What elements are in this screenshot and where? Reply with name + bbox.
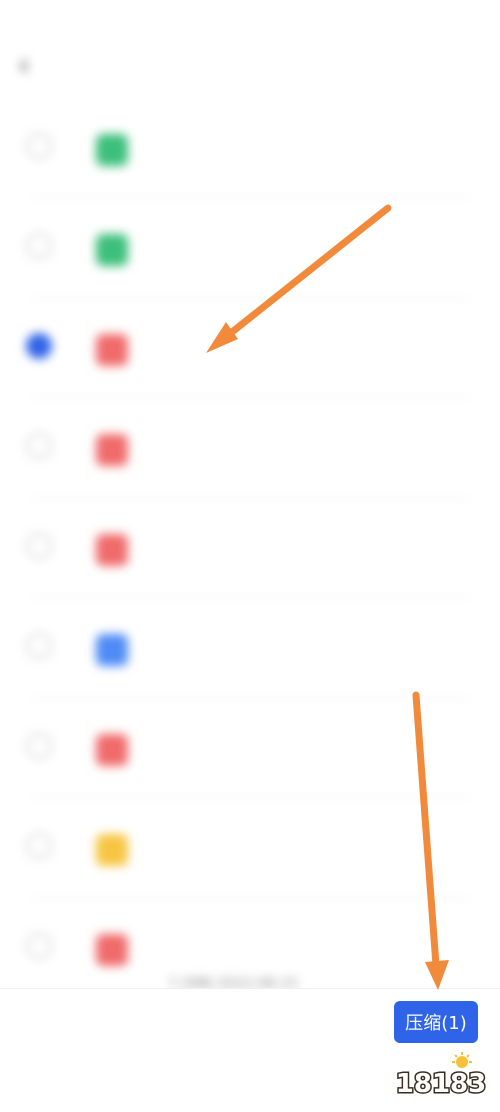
header: ‹ bbox=[0, 36, 500, 98]
file-icon bbox=[96, 734, 128, 766]
radio-button[interactable] bbox=[26, 733, 52, 759]
file-icon bbox=[96, 934, 128, 966]
blurred-content: ‹ 7.2MB 2022-08-15 bbox=[0, 0, 500, 992]
file-icon bbox=[96, 534, 128, 566]
chevron-left-icon[interactable]: ‹ bbox=[18, 48, 30, 83]
file-row[interactable] bbox=[0, 298, 500, 398]
watermark-text: 18183 bbox=[396, 1069, 486, 1098]
file-row[interactable] bbox=[0, 398, 500, 498]
file-icon bbox=[96, 334, 128, 366]
radio-button[interactable] bbox=[26, 333, 52, 359]
radio-button[interactable] bbox=[26, 633, 52, 659]
file-row[interactable] bbox=[0, 198, 500, 298]
file-icon bbox=[96, 434, 128, 466]
file-icon bbox=[96, 234, 128, 266]
status-bar bbox=[0, 0, 500, 36]
watermark-sun-icon bbox=[452, 1052, 472, 1068]
file-row[interactable] bbox=[0, 798, 500, 898]
watermark-logo-icon: 18183 bbox=[394, 1052, 488, 1098]
radio-button[interactable] bbox=[26, 533, 52, 559]
file-row[interactable] bbox=[0, 98, 500, 198]
file-icon bbox=[96, 834, 128, 866]
file-row[interactable] bbox=[0, 498, 500, 598]
file-icon bbox=[96, 634, 128, 666]
radio-button[interactable] bbox=[26, 933, 52, 959]
radio-button[interactable] bbox=[26, 233, 52, 259]
file-row[interactable]: 7.2MB 2022-08-15 bbox=[0, 898, 500, 998]
file-row[interactable] bbox=[0, 698, 500, 798]
radio-button[interactable] bbox=[26, 433, 52, 459]
radio-button[interactable] bbox=[26, 833, 52, 859]
file-icon bbox=[96, 134, 128, 166]
file-row[interactable] bbox=[0, 598, 500, 698]
compress-button[interactable]: 压缩(1) bbox=[394, 1001, 478, 1043]
radio-button[interactable] bbox=[26, 133, 52, 159]
